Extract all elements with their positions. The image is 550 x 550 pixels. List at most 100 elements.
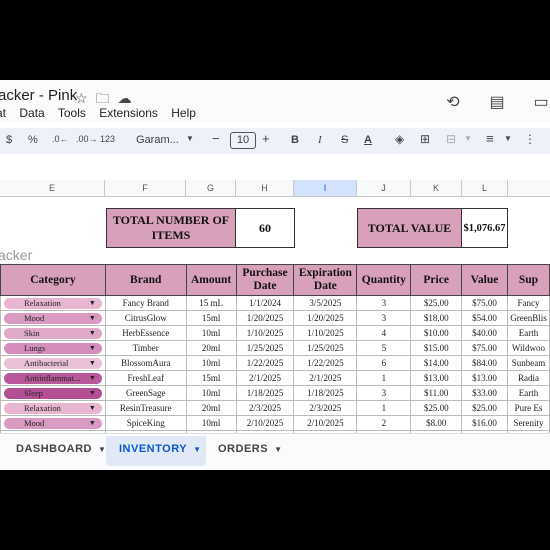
column-header-h[interactable]: H — [236, 180, 294, 196]
supplier-cell[interactable]: Earth — [506, 325, 550, 341]
comments-icon[interactable]: ▤ — [488, 92, 506, 112]
chevron-down-icon[interactable]: ▼ — [98, 445, 106, 454]
purchase-date-cell[interactable]: 2/10/2025 — [235, 415, 295, 431]
column-header-k[interactable]: K — [411, 180, 462, 196]
font-select[interactable]: Garam... — [136, 134, 179, 146]
supplier-cell[interactable]: Wildwoo — [506, 340, 550, 356]
category-cell[interactable]: Mood ▼ — [0, 415, 106, 431]
price-cell[interactable]: $8.00 — [410, 415, 463, 431]
chevron-down-icon[interactable]: ▼ — [193, 445, 201, 454]
header-price[interactable]: Price — [410, 264, 463, 296]
supplier-cell[interactable]: Pure Es — [506, 400, 550, 416]
value-cell[interactable]: $75.00 — [461, 295, 508, 311]
quantity-cell[interactable]: 5 — [356, 340, 412, 356]
menu-extensions[interactable]: Extensions — [99, 106, 158, 120]
chevron-down-icon[interactable]: ▼ — [89, 358, 96, 369]
category-cell[interactable]: Lungs ▼ — [0, 340, 106, 356]
category-dropdown-chip[interactable]: Mood ▼ — [4, 417, 102, 429]
amount-cell[interactable]: 10ml — [185, 415, 237, 431]
category-dropdown-chip[interactable]: Relaxation ▼ — [4, 297, 102, 309]
chevron-down-icon[interactable]: ▼ — [89, 313, 96, 324]
category-cell[interactable]: Sleep ▼ — [0, 385, 106, 401]
amount-cell[interactable]: 10ml — [185, 355, 237, 371]
chevron-down-icon[interactable]: ▼ — [89, 373, 96, 384]
header-supplier[interactable]: Sup — [506, 264, 550, 296]
amount-cell[interactable]: 10ml — [185, 325, 237, 341]
brand-cell[interactable]: HerbEssence — [104, 325, 187, 341]
category-dropdown-chip[interactable]: Sleep ▼ — [4, 387, 102, 399]
value-cell[interactable]: $84.00 — [461, 355, 508, 371]
brand-cell[interactable]: BlossomAura — [104, 355, 187, 371]
brand-cell[interactable]: FreshLeaf — [104, 370, 187, 386]
document-title[interactable]: acker - Pink — [0, 87, 77, 104]
amount-cell[interactable]: 20ml — [185, 340, 237, 356]
menu-format[interactable]: at — [0, 106, 6, 120]
decrease-decimal-button[interactable]: .0← — [52, 134, 69, 144]
quantity-cell[interactable]: 4 — [356, 325, 412, 341]
chevron-down-icon[interactable]: ▼ — [89, 328, 96, 339]
column-header-l[interactable]: L — [462, 180, 508, 196]
category-dropdown-chip[interactable]: Antibacterial ▼ — [4, 357, 102, 369]
history-icon[interactable]: ⟲ — [444, 92, 462, 112]
total-items-value[interactable]: 60 — [235, 208, 295, 248]
move-folder-icon[interactable]: 🗀 — [96, 90, 110, 106]
number-format-button[interactable]: 123 — [100, 134, 115, 144]
expiration-date-cell[interactable]: 2/1/2025 — [293, 370, 358, 386]
chevron-down-icon[interactable]: ▼ — [504, 134, 512, 143]
header-brand[interactable]: Brand — [104, 264, 187, 296]
price-cell[interactable]: $15.00 — [410, 340, 463, 356]
value-cell[interactable]: $16.00 — [461, 415, 508, 431]
chevron-down-icon[interactable]: ▼ — [89, 343, 96, 354]
borders-icon[interactable]: ⊞ — [420, 132, 430, 146]
chevron-down-icon[interactable]: ▼ — [89, 403, 96, 414]
price-cell[interactable]: $10.00 — [410, 325, 463, 341]
increase-decimal-button[interactable]: .00→ — [76, 134, 98, 144]
total-value-label[interactable]: TOTAL VALUE — [357, 208, 462, 248]
brand-cell[interactable]: Fancy Brand — [104, 295, 187, 311]
category-cell[interactable]: Antibacterial ▼ — [0, 355, 106, 371]
purchase-date-cell[interactable]: 1/10/2025 — [235, 325, 295, 341]
merge-cells-icon[interactable]: ⊟ — [446, 132, 456, 146]
tab-inventory[interactable]: INVENTORY ▼ — [119, 443, 202, 455]
bold-button[interactable]: B — [291, 134, 299, 146]
value-cell[interactable]: $54.00 — [461, 310, 508, 326]
category-cell[interactable]: Skin ▼ — [0, 325, 106, 341]
expiration-date-cell[interactable]: 1/10/2025 — [293, 325, 358, 341]
brand-cell[interactable]: SpiceKing — [104, 415, 187, 431]
amount-cell[interactable]: 10ml — [185, 385, 237, 401]
quantity-cell[interactable]: 6 — [356, 355, 412, 371]
category-cell[interactable]: Antiinflammat... ▼ — [0, 370, 106, 386]
chevron-down-icon[interactable]: ▼ — [89, 298, 96, 309]
amount-cell[interactable]: 15ml — [185, 310, 237, 326]
meet-icon[interactable]: ▭ — [532, 92, 550, 112]
chevron-down-icon[interactable]: ▼ — [186, 134, 194, 143]
strikethrough-button[interactable]: S — [341, 134, 348, 146]
brand-cell[interactable]: Timber — [104, 340, 187, 356]
italic-button[interactable]: I — [318, 134, 322, 146]
header-expiration-date[interactable]: Expiration Date — [293, 264, 358, 296]
purchase-date-cell[interactable]: 1/22/2025 — [235, 355, 295, 371]
brand-cell[interactable]: GreenSage — [104, 385, 187, 401]
column-header-j[interactable]: J — [357, 180, 411, 196]
value-cell[interactable]: $75.00 — [461, 340, 508, 356]
amount-cell[interactable]: 20ml — [185, 400, 237, 416]
category-cell[interactable]: Mood ▼ — [0, 310, 106, 326]
column-header-f[interactable]: F — [105, 180, 186, 196]
header-amount[interactable]: Amount — [185, 264, 237, 296]
total-value-value[interactable]: $1,076.67 — [461, 208, 508, 248]
total-items-label[interactable]: TOTAL NUMBER OF ITEMS — [106, 208, 236, 248]
brand-cell[interactable]: CitrusGlow — [104, 310, 187, 326]
quantity-cell[interactable]: 3 — [356, 310, 412, 326]
purchase-date-cell[interactable]: 1/25/2025 — [235, 340, 295, 356]
purchase-date-cell[interactable]: 2/3/2025 — [235, 400, 295, 416]
expiration-date-cell[interactable]: 1/18/2025 — [293, 385, 358, 401]
menu-tools[interactable]: Tools — [58, 106, 86, 120]
font-size-input[interactable]: 10 — [230, 132, 256, 149]
header-value[interactable]: Value — [461, 264, 508, 296]
category-dropdown-chip[interactable]: Relaxation ▼ — [4, 402, 102, 414]
cloud-status-icon[interactable]: ☁ — [118, 90, 132, 106]
amount-cell[interactable]: 15ml — [185, 370, 237, 386]
chevron-down-icon[interactable]: ▼ — [464, 134, 472, 143]
quantity-cell[interactable]: 1 — [356, 370, 412, 386]
quantity-cell[interactable]: 1 — [356, 400, 412, 416]
